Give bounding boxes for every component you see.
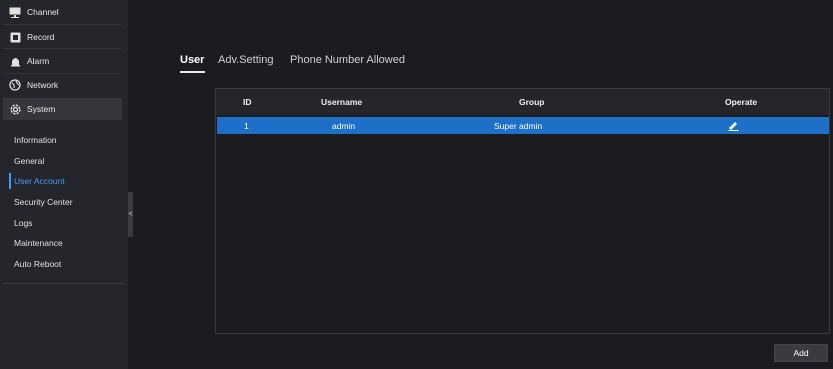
- nav-alarm-label: Alarm: [27, 56, 50, 66]
- column-header-username: Username: [321, 97, 363, 107]
- system-gear-icon: [8, 102, 22, 116]
- tab-phone-number-allowed[interactable]: Phone Number Allowed: [290, 54, 405, 66]
- nav-system[interactable]: System: [3, 98, 122, 120]
- collapse-chevron-icon: <: [128, 211, 133, 218]
- alarm-icon: [8, 54, 22, 68]
- divider: [3, 73, 122, 74]
- submenu-security-center[interactable]: Security Center: [9, 194, 119, 210]
- record-icon: [8, 30, 22, 44]
- add-button[interactable]: Add: [774, 344, 828, 362]
- nav-network-label: Network: [27, 80, 59, 90]
- tab-adv-setting[interactable]: Adv.Setting: [218, 54, 273, 66]
- channel-icon: [8, 5, 22, 19]
- column-header-id: ID: [243, 97, 252, 107]
- divider: [3, 283, 124, 284]
- cell-id: 1: [244, 120, 249, 131]
- tab-user[interactable]: User: [180, 54, 204, 66]
- submenu-maintenance[interactable]: Maintenance: [9, 235, 119, 251]
- cell-group: Super admin: [494, 120, 543, 131]
- nav-network[interactable]: Network: [3, 75, 122, 95]
- column-header-operate: Operate: [725, 97, 758, 107]
- submenu-auto-reboot[interactable]: Auto Reboot: [9, 256, 119, 272]
- nav-system-label: System: [27, 104, 56, 114]
- nav-record-label: Record: [27, 32, 55, 42]
- user-table: ID Username Group Operate 1 admin Super …: [215, 88, 830, 334]
- submenu-logs[interactable]: Logs: [9, 215, 119, 231]
- submenu-user-account[interactable]: User Account: [9, 173, 119, 189]
- table-header: ID Username Group Operate: [216, 89, 829, 115]
- divider: [3, 24, 122, 25]
- cell-username: admin: [332, 120, 356, 131]
- table-row[interactable]: 1 admin Super admin: [217, 117, 829, 134]
- divider: [3, 48, 122, 49]
- active-tab-indicator: [180, 71, 205, 73]
- nav-channel[interactable]: Channel: [3, 2, 122, 22]
- submenu-general[interactable]: General: [9, 153, 119, 169]
- nav-record[interactable]: Record: [3, 27, 122, 47]
- edit-icon[interactable]: [728, 117, 739, 134]
- nav-alarm[interactable]: Alarm: [3, 51, 122, 71]
- column-header-group: Group: [519, 97, 545, 107]
- sidebar: Channel Record Alarm Network System Info…: [0, 0, 128, 369]
- network-icon: [8, 78, 22, 92]
- sidebar-collapse-handle[interactable]: <: [128, 192, 133, 237]
- nav-channel-label: Channel: [27, 7, 59, 17]
- submenu-information[interactable]: Information: [9, 132, 119, 148]
